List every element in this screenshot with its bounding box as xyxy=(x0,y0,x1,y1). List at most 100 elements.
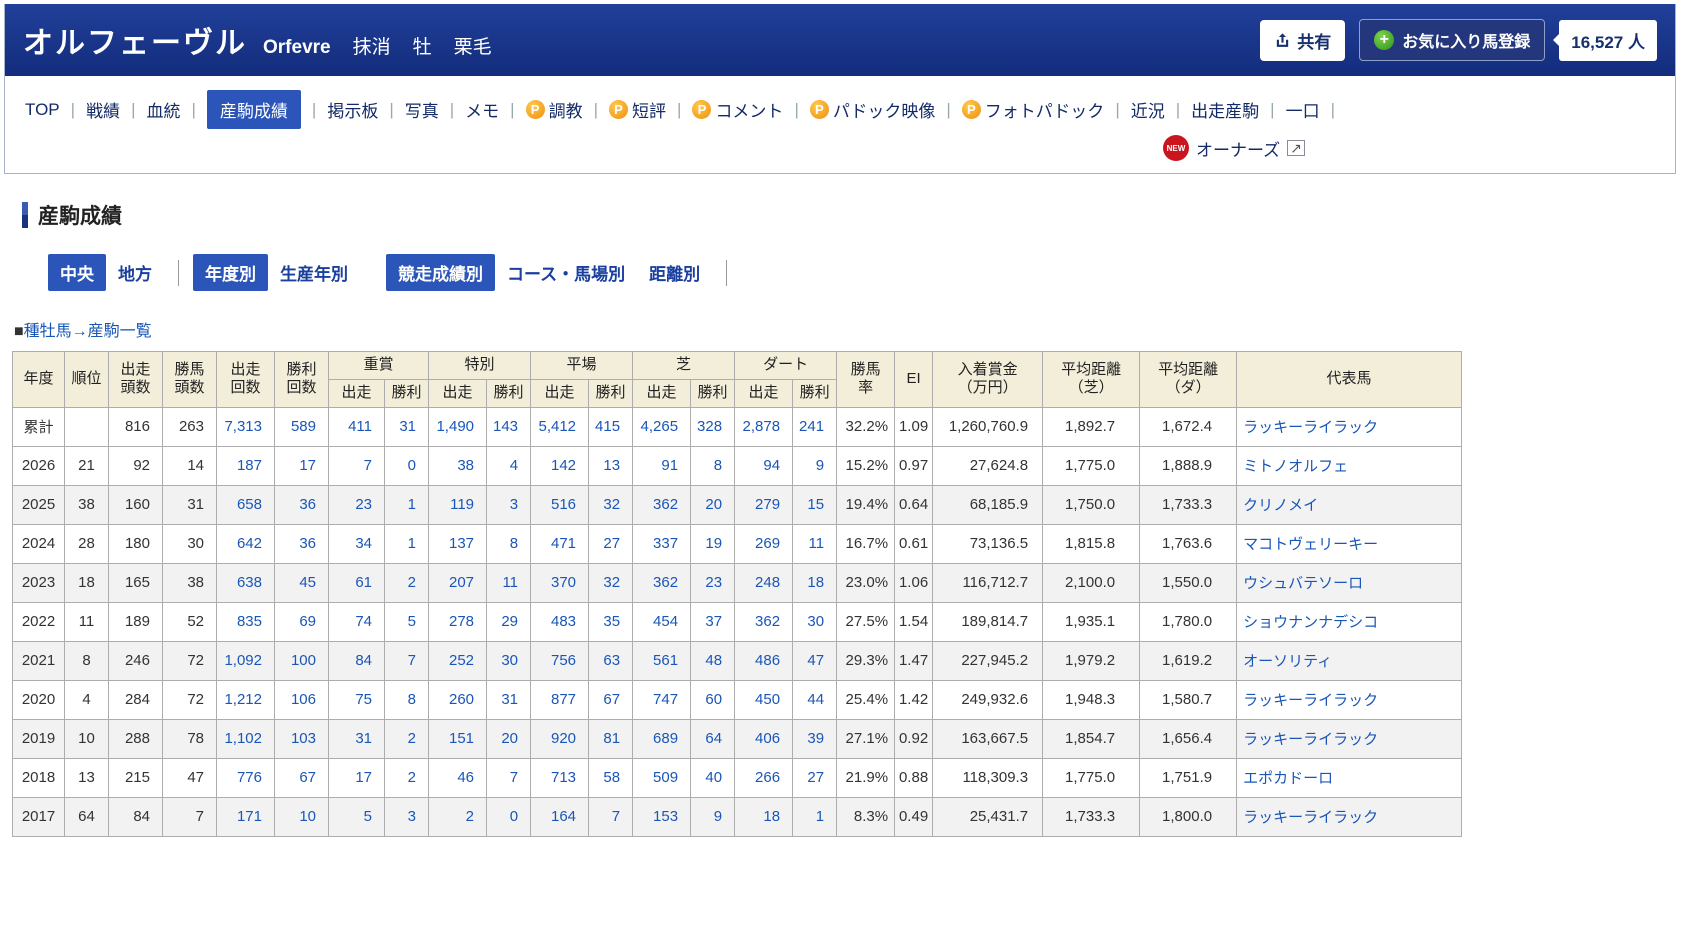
stat-link[interactable]: 23 xyxy=(705,574,722,591)
tab-running-progeny[interactable]: 出走産駒 xyxy=(1191,97,1259,122)
stat-link[interactable]: 11 xyxy=(809,535,825,552)
stat-link[interactable]: 31 xyxy=(501,691,518,708)
representative-horse-link[interactable]: ラッキーライラック xyxy=(1243,809,1378,826)
stat-link[interactable]: 15 xyxy=(807,496,824,513)
stat-link[interactable]: 483 xyxy=(551,613,576,630)
stat-link[interactable]: 260 xyxy=(449,691,474,708)
stat-link[interactable]: 74 xyxy=(355,613,372,630)
tab-board[interactable]: 掲示板 xyxy=(327,97,378,122)
stat-link[interactable]: 2 xyxy=(408,574,416,591)
stat-link[interactable]: 450 xyxy=(755,691,780,708)
stat-link[interactable]: 7 xyxy=(510,769,518,786)
stat-link[interactable]: 5,412 xyxy=(538,418,576,435)
stat-link[interactable]: 164 xyxy=(551,808,576,825)
stat-link[interactable]: 337 xyxy=(653,535,678,552)
stat-link[interactable]: 1 xyxy=(408,496,416,513)
tab-owners[interactable]: オーナーズ xyxy=(1196,136,1280,161)
stat-link[interactable]: 411 xyxy=(348,418,372,435)
stat-link[interactable]: 266 xyxy=(755,769,780,786)
stat-link[interactable]: 4,265 xyxy=(641,418,679,435)
representative-horse-link[interactable]: ショウナンナデシコ xyxy=(1243,614,1378,631)
stat-link[interactable]: 1,102 xyxy=(224,730,262,747)
stat-link[interactable]: 38 xyxy=(457,457,474,474)
stat-link[interactable]: 5 xyxy=(408,613,416,630)
stat-link[interactable]: 454 xyxy=(653,613,678,630)
stat-link[interactable]: 27 xyxy=(603,535,620,552)
stat-link[interactable]: 20 xyxy=(501,730,518,747)
representative-horse-link[interactable]: エポカドーロ xyxy=(1243,770,1333,787)
stat-link[interactable]: 658 xyxy=(237,496,262,513)
stat-link[interactable]: 13 xyxy=(603,457,620,474)
stat-link[interactable]: 48 xyxy=(705,652,722,669)
tab-pedigree[interactable]: 血統 xyxy=(146,97,180,122)
stat-link[interactable]: 23 xyxy=(355,496,372,513)
stat-link[interactable]: 835 xyxy=(237,613,262,630)
representative-horse-link[interactable]: ラッキーライラック xyxy=(1243,731,1378,748)
filter-by-distance[interactable]: 距離別 xyxy=(637,254,712,291)
stat-link[interactable]: 638 xyxy=(237,574,262,591)
stat-link[interactable]: 67 xyxy=(299,769,316,786)
stat-link[interactable]: 106 xyxy=(291,691,316,708)
sire-progeny-list-link[interactable]: 種牡馬→産駒一覧 xyxy=(24,323,152,340)
stat-link[interactable]: 37 xyxy=(705,613,722,630)
stat-link[interactable]: 7 xyxy=(612,808,620,825)
representative-horse-link[interactable]: ラッキーライラック xyxy=(1243,419,1378,436)
stat-link[interactable]: 31 xyxy=(399,418,416,435)
stat-link[interactable]: 415 xyxy=(595,418,620,435)
stat-link[interactable]: 32 xyxy=(603,496,620,513)
stat-link[interactable]: 137 xyxy=(449,535,474,552)
stat-link[interactable]: 9 xyxy=(714,808,722,825)
stat-link[interactable]: 44 xyxy=(807,691,824,708)
tab-paddock-video[interactable]: Pパドック映像 xyxy=(810,97,936,122)
tab-comment[interactable]: Pコメント xyxy=(692,97,783,122)
stat-link[interactable]: 20 xyxy=(705,496,722,513)
stat-link[interactable]: 81 xyxy=(603,730,620,747)
tab-progeny-results[interactable]: 産駒成績 xyxy=(207,90,301,129)
stat-link[interactable]: 153 xyxy=(653,808,678,825)
stat-link[interactable]: 39 xyxy=(807,730,824,747)
representative-horse-link[interactable]: ミトノオルフェ xyxy=(1243,458,1348,475)
stat-link[interactable]: 241 xyxy=(799,418,824,435)
tab-hitokuchi[interactable]: 一口 xyxy=(1286,97,1320,122)
stat-link[interactable]: 100 xyxy=(291,652,316,669)
stat-link[interactable]: 5 xyxy=(364,808,372,825)
representative-horse-link[interactable]: ウシュバテソーロ xyxy=(1243,575,1363,592)
stat-link[interactable]: 63 xyxy=(603,652,620,669)
filter-by-birth-year[interactable]: 生産年別 xyxy=(268,254,360,291)
stat-link[interactable]: 776 xyxy=(237,769,262,786)
stat-link[interactable]: 36 xyxy=(299,535,316,552)
stat-link[interactable]: 279 xyxy=(755,496,780,513)
stat-link[interactable]: 747 xyxy=(653,691,678,708)
stat-link[interactable]: 1,092 xyxy=(224,652,262,669)
stat-link[interactable]: 84 xyxy=(355,652,372,669)
stat-link[interactable]: 561 xyxy=(653,652,678,669)
stat-link[interactable]: 278 xyxy=(449,613,474,630)
stat-link[interactable]: 91 xyxy=(661,457,678,474)
stat-link[interactable]: 1,212 xyxy=(224,691,262,708)
stat-link[interactable]: 9 xyxy=(816,457,824,474)
share-button[interactable]: 共有 xyxy=(1260,20,1345,61)
stat-link[interactable]: 0 xyxy=(408,457,416,474)
stat-link[interactable]: 3 xyxy=(510,496,518,513)
stat-link[interactable]: 207 xyxy=(449,574,474,591)
stat-link[interactable]: 642 xyxy=(237,535,262,552)
stat-link[interactable]: 8 xyxy=(408,691,416,708)
stat-link[interactable]: 75 xyxy=(355,691,372,708)
stat-link[interactable]: 362 xyxy=(755,613,780,630)
stat-link[interactable]: 19 xyxy=(705,535,722,552)
stat-link[interactable]: 7,313 xyxy=(224,418,262,435)
stat-link[interactable]: 64 xyxy=(705,730,722,747)
stat-link[interactable]: 17 xyxy=(355,769,372,786)
stat-link[interactable]: 4 xyxy=(510,457,518,474)
stat-link[interactable]: 103 xyxy=(291,730,316,747)
stat-link[interactable]: 269 xyxy=(755,535,780,552)
stat-link[interactable]: 46 xyxy=(457,769,474,786)
stat-link[interactable]: 60 xyxy=(705,691,722,708)
stat-link[interactable]: 756 xyxy=(551,652,576,669)
tab-short-review[interactable]: P短評 xyxy=(609,97,666,122)
stat-link[interactable]: 3 xyxy=(408,808,416,825)
stat-link[interactable]: 30 xyxy=(807,613,824,630)
stat-link[interactable]: 10 xyxy=(299,808,316,825)
stat-link[interactable]: 69 xyxy=(299,613,316,630)
stat-link[interactable]: 18 xyxy=(763,808,780,825)
